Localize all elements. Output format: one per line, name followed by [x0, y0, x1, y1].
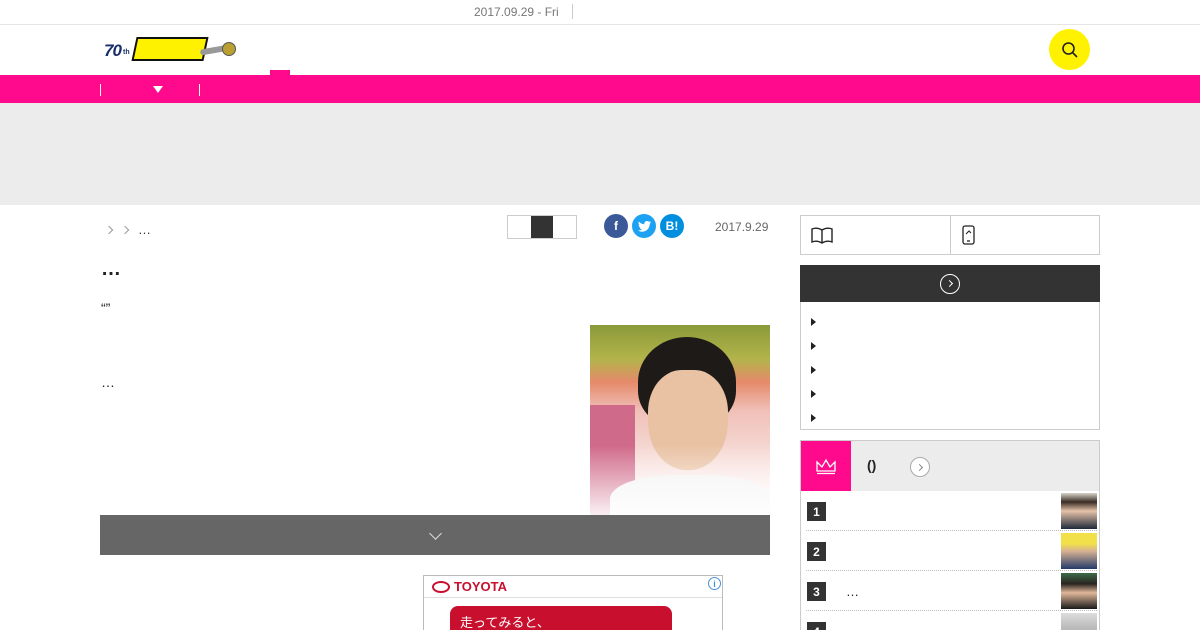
rank-thumbnail[interactable] — [1061, 613, 1097, 630]
sidebar-link-paper[interactable] — [801, 216, 950, 254]
circle-chevron-right-icon[interactable] — [940, 273, 960, 294]
triangle-bullet-icon — [811, 318, 816, 326]
main-nav-bar — [0, 75, 1200, 103]
ranking-row[interactable]: 3 … — [806, 571, 1097, 611]
sidebar-quick-links — [800, 215, 1100, 255]
logo-microphone-head-icon — [222, 42, 236, 56]
twitter-share-button[interactable] — [632, 214, 656, 238]
breadcrumb-current[interactable]: … — [138, 222, 151, 237]
share-buttons: f B! — [604, 214, 684, 238]
list-item[interactable] — [801, 358, 1099, 382]
article-title: … — [101, 258, 121, 280]
rank-number: 3 — [807, 582, 826, 601]
ranking-panel: () 1 2 3 … 4 — [800, 440, 1100, 630]
rank-thumbnail[interactable] — [1061, 573, 1097, 609]
nav-divider — [100, 84, 101, 96]
ranking-title: () — [867, 457, 877, 473]
site-header: 70 th — [0, 25, 1200, 75]
search-icon — [1061, 41, 1078, 58]
ranking-more-icon[interactable] — [910, 457, 930, 477]
nav-dropdown-caret-icon[interactable] — [153, 86, 163, 93]
open-book-icon — [811, 227, 833, 244]
list-item[interactable] — [801, 310, 1099, 334]
hatena-bookmark-button[interactable]: B! — [660, 214, 684, 238]
facebook-share-button[interactable]: f — [604, 214, 628, 238]
logo-daily-plate — [131, 37, 209, 61]
rank-thumbnail[interactable] — [1061, 493, 1097, 529]
logo-70th-mark: 70 — [104, 41, 122, 60]
sidebar-link-mobile[interactable] — [949, 216, 1100, 254]
breadcrumb-chevron-icon — [120, 225, 130, 234]
toyota-ad[interactable]: TOYOTA i 走ってみると、 — [423, 575, 723, 630]
list-item[interactable] — [801, 382, 1099, 406]
font-size-medium[interactable] — [530, 216, 554, 238]
article-photo[interactable] — [590, 325, 770, 515]
current-date: 2017.09.29 - Fri — [474, 5, 559, 19]
ad-cta-button[interactable]: 走ってみると、 — [450, 606, 672, 630]
ranking-row[interactable]: 4 — [806, 611, 1097, 630]
ad-info-icon[interactable]: i — [708, 577, 721, 590]
top-ad-banner[interactable] — [0, 103, 1200, 205]
ad-brand-name: TOYOTA — [454, 579, 507, 594]
chevron-down-icon — [428, 526, 442, 540]
triangle-bullet-icon — [811, 342, 816, 350]
rank-number: 2 — [807, 542, 826, 561]
photo-fade — [590, 445, 770, 515]
sidebar-link-list — [800, 302, 1100, 430]
ranking-badge — [801, 441, 851, 491]
font-size-toggle[interactable] — [507, 215, 577, 239]
rank-number: 4 — [807, 622, 826, 630]
rank-number: 1 — [807, 502, 826, 521]
breadcrumb: … — [104, 222, 151, 237]
ranking-row[interactable]: 1 — [806, 491, 1097, 531]
ranking-row[interactable]: 2 — [806, 531, 1097, 571]
nav-divider — [199, 84, 200, 96]
triangle-bullet-icon — [811, 390, 816, 398]
list-item[interactable] — [801, 334, 1099, 358]
ad-brand-row: TOYOTA — [424, 576, 722, 598]
smartphone-icon — [961, 225, 975, 245]
article-subtitle: “” — [101, 300, 111, 316]
logo-th-mark: th — [123, 49, 130, 56]
crown-icon — [816, 458, 836, 475]
read-more-button[interactable] — [100, 515, 770, 555]
site-logo[interactable]: 70 th — [104, 37, 236, 65]
article-body: … — [101, 374, 115, 390]
list-item[interactable] — [801, 406, 1099, 430]
toyota-emblem-icon — [432, 580, 450, 593]
article-date: 2017.9.29 — [715, 220, 769, 234]
ranking-header: () — [801, 441, 1099, 491]
font-size-small[interactable] — [508, 216, 531, 238]
rank-thumbnail[interactable] — [1061, 533, 1097, 569]
divider — [572, 4, 573, 19]
breadcrumb-chevron-icon — [104, 225, 114, 234]
font-size-large[interactable] — [553, 216, 576, 238]
search-button[interactable] — [1049, 29, 1090, 70]
sidebar-section-header[interactable] — [800, 265, 1100, 302]
triangle-bullet-icon — [811, 414, 816, 422]
triangle-bullet-icon — [811, 366, 816, 374]
top-date-bar: 2017.09.29 - Fri — [0, 0, 1200, 25]
twitter-bird-icon — [637, 220, 651, 232]
rank-headline[interactable]: … — [846, 584, 859, 599]
